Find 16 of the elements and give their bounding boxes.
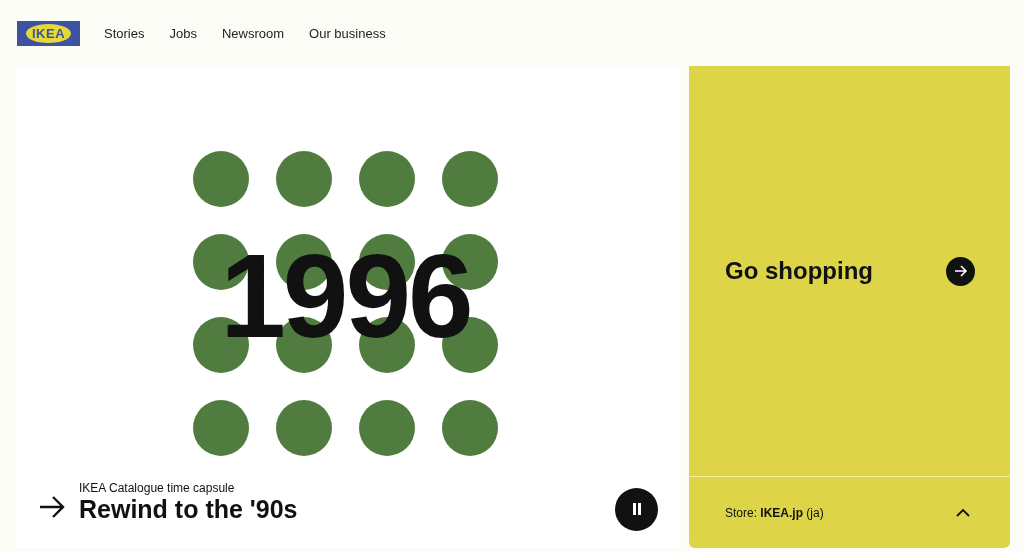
arrow-right-icon[interactable] (39, 495, 65, 518)
pause-icon (631, 503, 642, 515)
chevron-up-icon[interactable] (956, 508, 970, 517)
nav-link[interactable]: Jobs (169, 25, 197, 41)
pause-button[interactable] (615, 487, 658, 531)
story-eyebrow: IKEA Catalogue time capsule (79, 480, 236, 495)
arrow-right-icon (953, 264, 968, 278)
nav-link[interactable]: Our business (309, 25, 386, 41)
go-shopping-heading[interactable]: Go shopping (725, 257, 873, 285)
nav-link[interactable]: Newsroom (221, 25, 285, 41)
store-selector-label[interactable]: Store: IKEA.jp (ja) (725, 505, 824, 520)
nav-link[interactable]: Stories (104, 25, 145, 41)
story-title-link[interactable]: Rewind to the '90s (79, 494, 298, 524)
ikea-logo[interactable]: IKEA (17, 20, 80, 46)
logo-text: IKEA (25, 23, 72, 43)
arrow-button[interactable] (946, 256, 975, 286)
